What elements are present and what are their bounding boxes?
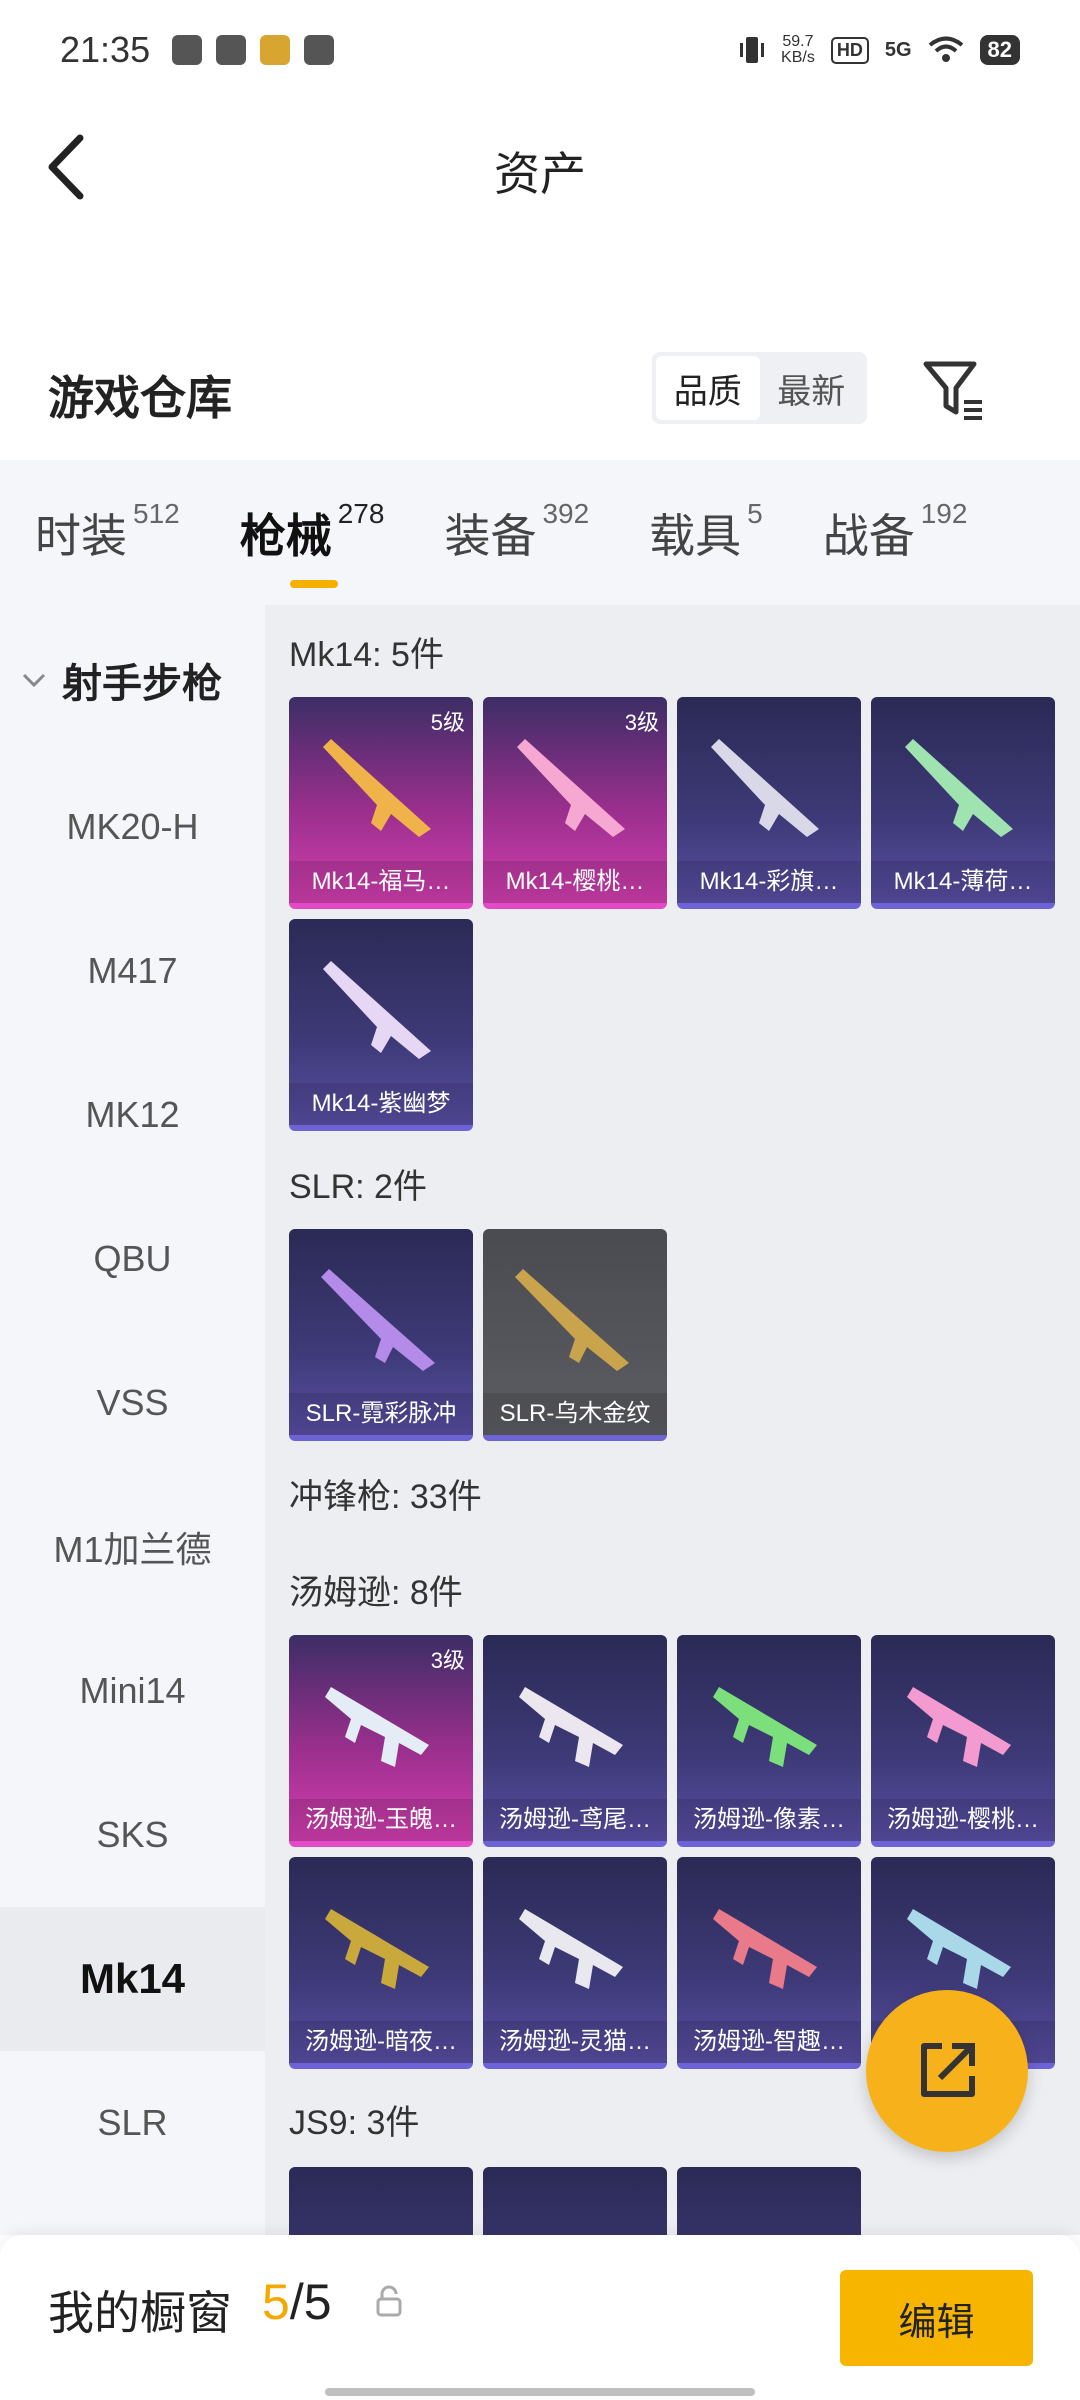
sidebar-item-slr[interactable]: SLR [0,2051,265,2195]
vibrate-icon [740,37,765,63]
showcase-label: 我的橱窗 [48,2287,232,2339]
tab-equipment[interactable]: 装备 392 [444,498,589,566]
group-title-tommy: 汤姆逊: 8件 [289,1574,463,1612]
skin-card[interactable]: 汤姆逊-灵猫… [483,1857,667,2069]
sidebar-item-vss[interactable]: VSS [0,1331,265,1475]
lock-icon [376,2285,402,2317]
rifle-icon [711,739,819,837]
skin-card[interactable] [483,2167,667,2235]
header: 资产 [0,100,1080,230]
asset-page: 21:35 59.7 KB/s HD 5G 82 资产 游戏仓库 品质 最新 时… [0,0,1080,2400]
sidebar-item-mk14[interactable]: Mk14 [0,1907,265,2051]
group-title-slr: SLR: 2件 [289,1168,427,1206]
sidebar-item-mk20h[interactable]: MK20-H [0,755,265,899]
share-button[interactable] [866,1990,1028,2152]
skin-card[interactable]: 汤姆逊-暗夜… [289,1857,473,2069]
group-title-js9: JS9: 3件 [289,2104,420,2142]
rifle-icon [323,739,431,837]
smg-icon [713,1687,817,1767]
edit-button[interactable]: 编辑 [840,2270,1033,2366]
chevron-down-icon [22,673,46,688]
rifle-icon [515,1269,629,1371]
smg-icon [713,1909,817,1989]
skin-card[interactable] [677,2167,861,2235]
warehouse-row: 游戏仓库 品质 最新 [0,340,1080,450]
filter-icon[interactable] [920,356,990,426]
category-tabs: 时装 512 枪械 278 装备 392 载具 5 战备 192 [0,460,1080,605]
app-icon [216,35,247,65]
rifle-icon [517,739,625,837]
skin-card[interactable]: Mk14-紫幽梦 [289,919,473,1131]
skin-card[interactable]: 3级 Mk14-樱桃… [483,697,667,909]
network-speed: 59.7 KB/s [781,33,815,66]
status-bar: 21:35 59.7 KB/s HD 5G 82 [0,0,1080,100]
home-indicator[interactable] [325,2388,755,2396]
sort-segmented-control: 品质 最新 [652,352,867,424]
page-title: 资产 [494,148,586,200]
share-icon [921,2043,975,2097]
skin-card[interactable]: 5级 Mk14-福马… [289,697,473,909]
skin-card[interactable]: Mk14-彩旗… [677,697,861,909]
sidebar-item-m417[interactable]: M417 [0,899,265,1043]
smg-icon [325,1687,429,1767]
sort-quality-option[interactable]: 品质 [656,356,760,420]
rifle-icon [323,961,431,1059]
smg-icon [325,1909,429,1989]
showcase-count: 5/5 [262,2274,332,2330]
tab-vehicles[interactable]: 载具 5 [649,498,763,566]
weapon-sidebar: 射手步枪 MK20-H M417 MK12 QBU VSS M1加兰德 Mini… [0,605,265,2235]
skin-card[interactable]: 汤姆逊-像素… [677,1635,861,1847]
skin-card[interactable] [289,2167,473,2235]
skin-card[interactable]: 汤姆逊-樱桃… [871,1635,1055,1847]
sidebar-item-m1-garand[interactable]: M1加兰德 [0,1475,265,1619]
sidebar-category-header[interactable]: 射手步枪 [0,605,265,755]
sidebar-item-mk12[interactable]: MK12 [0,1043,265,1187]
network-type: 5G [884,38,912,61]
group-title-mk14: Mk14: 5件 [289,636,444,674]
sort-newest-option[interactable]: 最新 [760,356,864,420]
smg-icon [907,1687,1011,1767]
tab-fashion[interactable]: 时装 512 [35,498,180,566]
sidebar-item-mini14[interactable]: Mini14 [0,1619,265,1763]
skin-card[interactable]: Mk14-薄荷… [871,697,1055,909]
skin-card[interactable]: 汤姆逊-智趣… [677,1857,861,2069]
wechat-icon [172,35,203,65]
sidebar-item-sks[interactable]: SKS [0,1763,265,1907]
smg-icon [907,1909,1011,1989]
rifle-icon [905,739,1013,837]
skin-card[interactable]: SLR-霓彩脉冲 [289,1229,473,1441]
battery-level: 82 [979,35,1020,65]
showcase-bar: 我的橱窗 5/5 编辑 [0,2235,1080,2400]
wifi-icon [928,36,963,62]
tab-supplies[interactable]: 战备 192 [823,498,968,566]
hd-badge: HD [830,36,869,64]
message-icon [304,35,335,65]
skin-card[interactable]: SLR-乌木金纹 [483,1229,667,1441]
sidebar-item-qbu[interactable]: QBU [0,1187,265,1331]
game-icon [260,35,291,65]
active-tab-indicator [289,579,338,588]
smg-icon [519,1687,623,1767]
smg-icon [519,1909,623,1989]
status-time: 21:35 [60,29,151,70]
tab-weapons[interactable]: 枪械 278 [240,498,384,588]
warehouse-title: 游戏仓库 [48,372,232,424]
group-title-smg: 冲锋枪: 33件 [289,1478,482,1516]
rifle-icon [321,1269,435,1371]
skin-card[interactable]: 3级 汤姆逊-玉魄… [289,1635,473,1847]
skin-card[interactable]: 汤姆逊-鸢尾… [483,1635,667,1847]
